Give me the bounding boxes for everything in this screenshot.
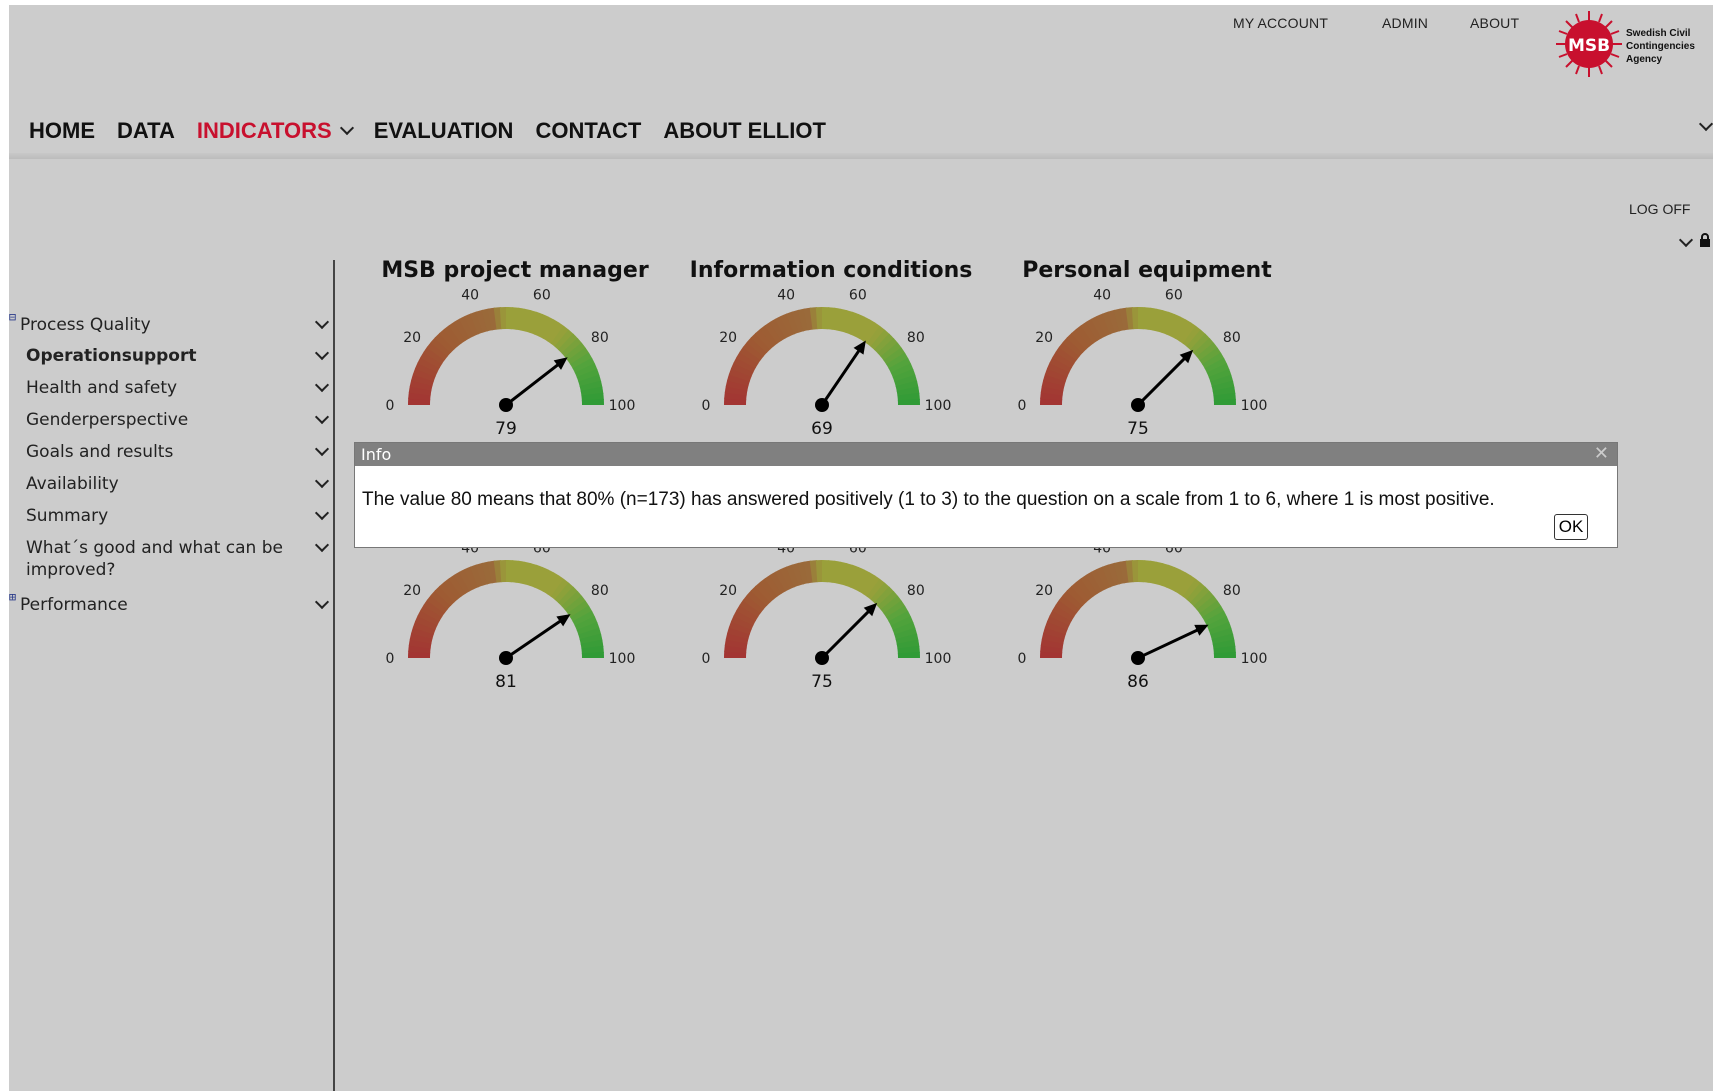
gauge-value: 86: [1127, 672, 1149, 692]
gauge-scale-label: 60: [849, 288, 867, 304]
gauge-value: 75: [1127, 419, 1149, 439]
gauge-needle: [505, 358, 566, 407]
info-dialog-message: The value 80 means that 80% (n=173) has …: [362, 489, 1495, 510]
info-dialog-title: Info: [361, 445, 392, 464]
gauge-needle: [505, 615, 569, 660]
gauge-scale-label: 100: [1241, 651, 1268, 667]
gauge-pivot: [499, 651, 513, 665]
gauge-pivot: [1131, 398, 1145, 412]
gauge-scale-label: 0: [702, 651, 711, 667]
gauge-value: 69: [811, 419, 833, 439]
gauge-needle: [1136, 351, 1192, 407]
close-icon[interactable]: ✕: [1594, 443, 1609, 465]
gauge-value: 79: [495, 419, 517, 439]
info-dialog-titlebar[interactable]: Info ✕: [355, 443, 1617, 466]
gauge-scale-label: 80: [907, 583, 925, 599]
gauge-scale-label: 100: [925, 398, 952, 414]
gauge-scale-label: 20: [719, 330, 737, 346]
ok-button[interactable]: OK: [1554, 514, 1588, 540]
gauge-scale-label: 0: [386, 651, 395, 667]
gauge-scale-label: 40: [461, 288, 479, 304]
gauge-value: 81: [495, 672, 517, 692]
gauge-pivot: [815, 651, 829, 665]
gauge-scale-label: 0: [1018, 398, 1027, 414]
gauge-needle-arrowhead: [556, 614, 571, 627]
gauge-scale-label: 20: [403, 330, 421, 346]
gauge-scale-label: 100: [609, 398, 636, 414]
gauge-pivot: [499, 398, 513, 412]
gauge-needle: [1137, 625, 1206, 660]
gauge-scale-label: 40: [1093, 288, 1111, 304]
gauges-panel: 0 20 40 60 80 100 79 0 20 40 60 80 100 69 0 20 40 60 80 100…: [386, 288, 1268, 692]
gauge-needle-arrowhead: [853, 340, 866, 355]
gauge-needle: [820, 342, 865, 406]
gauge-scale-label: 20: [1035, 330, 1053, 346]
gauge-scale-label: 20: [719, 583, 737, 599]
gauge-scale-label: 40: [777, 288, 795, 304]
gauge-scale-label: 80: [591, 330, 609, 346]
gauge-pivot: [815, 398, 829, 412]
gauge-scale-label: 60: [1165, 288, 1183, 304]
gauge-scale-label: 100: [609, 651, 636, 667]
gauge-scale-label: 80: [591, 583, 609, 599]
gauge-scale-label: 20: [1035, 583, 1053, 599]
gauge-scale-label: 80: [1223, 583, 1241, 599]
gauge-scale-label: 60: [533, 288, 551, 304]
info-dialog: Info ✕ The value 80 means that 80% (n=17…: [354, 442, 1618, 548]
gauge-scale-label: 0: [386, 398, 395, 414]
gauge-pivot: [1131, 651, 1145, 665]
page: MY ACCOUNT ADMIN ABOUT MSB Swedish Civil…: [9, 5, 1713, 1091]
gauge-scale-label: 0: [702, 398, 711, 414]
gauge-scale-label: 100: [1241, 398, 1268, 414]
gauge-scale-label: 0: [1018, 651, 1027, 667]
gauge-value: 75: [811, 672, 833, 692]
gauge-scale-label: 80: [1223, 330, 1241, 346]
gauge-scale-label: 20: [403, 583, 421, 599]
gauge-scale-label: 80: [907, 330, 925, 346]
gauge-scale-label: 100: [925, 651, 952, 667]
gauge-needle: [820, 604, 876, 660]
